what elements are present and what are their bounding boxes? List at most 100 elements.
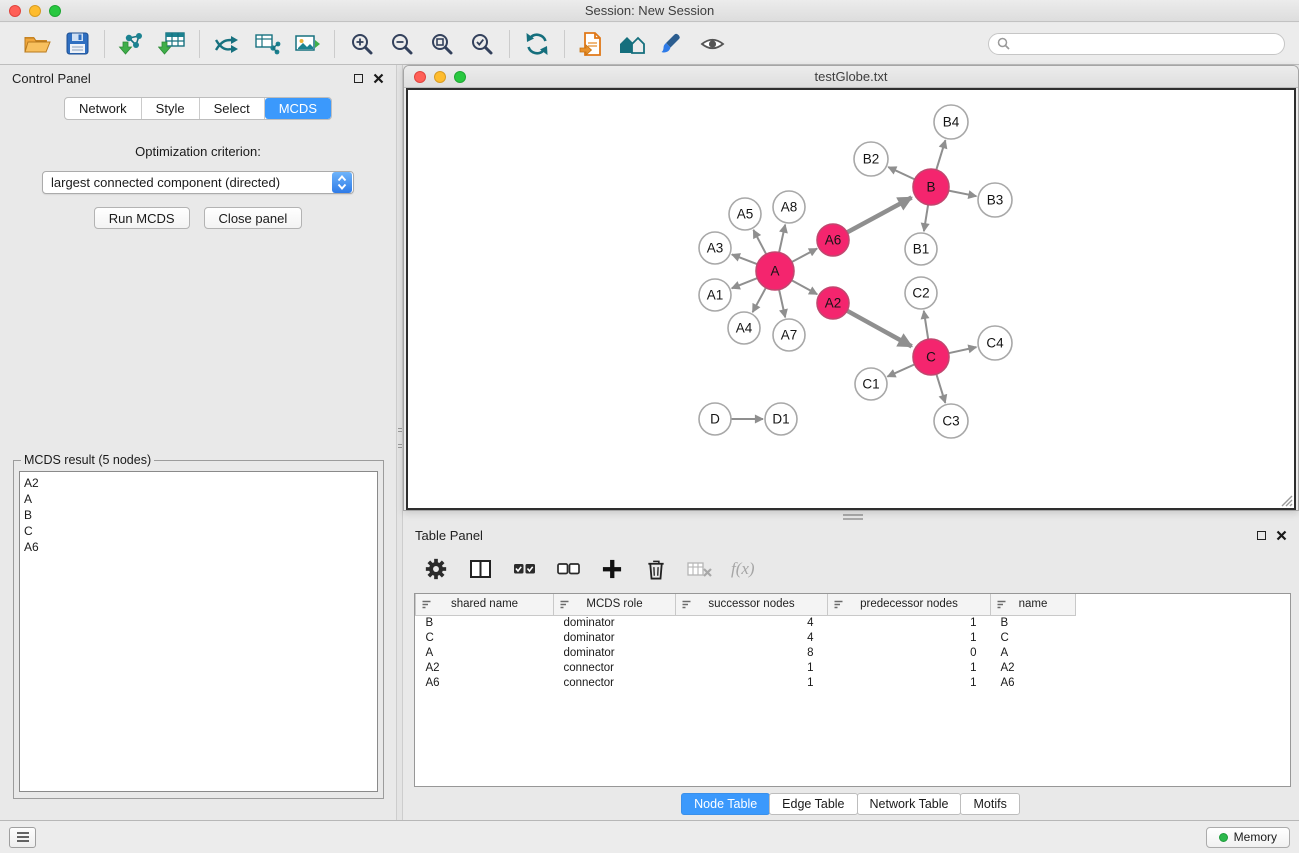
home-button[interactable] [617, 29, 647, 59]
delete-column-button[interactable] [643, 556, 669, 582]
graph-edge-C-C3[interactable] [936, 374, 945, 403]
close-table-panel-icon[interactable] [1276, 530, 1287, 541]
graph-edge-A-A4[interactable] [753, 288, 766, 313]
graph-edge-A-A6[interactable] [792, 249, 817, 263]
column-header-shared-name[interactable]: shared name [416, 594, 554, 615]
zoom-selected-button[interactable] [467, 29, 497, 59]
apply-layout-button[interactable] [522, 29, 552, 59]
close-network-window-icon[interactable] [414, 71, 426, 83]
column-header-mcds-role[interactable]: MCDS role [554, 594, 676, 615]
search-field[interactable] [988, 33, 1285, 55]
criterion-select[interactable]: largest connected component (directed) [42, 171, 354, 194]
run-mcds-button[interactable]: Run MCDS [94, 207, 190, 229]
zoom-window-icon[interactable] [49, 5, 61, 17]
graph-edge-C-C4[interactable] [949, 347, 977, 353]
tab-select[interactable]: Select [200, 98, 265, 119]
float-table-panel-icon[interactable] [1257, 531, 1266, 540]
graph-edge-A2-C[interactable] [847, 311, 912, 347]
show-graphics-button[interactable] [697, 29, 727, 59]
task-history-button[interactable] [9, 827, 36, 848]
checked-boxes-icon [513, 558, 536, 580]
graph-edge-C-C1[interactable] [887, 364, 914, 376]
create-column-button[interactable] [599, 556, 625, 582]
table-row[interactable]: Cdominator41C [416, 630, 1076, 645]
new-network-button[interactable] [212, 29, 242, 59]
memory-button[interactable]: Memory [1206, 827, 1290, 848]
save-session-button[interactable] [62, 29, 92, 59]
tab-mcds[interactable]: MCDS [265, 98, 331, 119]
graph-edge-A-A7[interactable] [779, 290, 785, 318]
close-panel-icon[interactable] [373, 73, 384, 84]
tab-network[interactable]: Network [65, 98, 142, 119]
graph-edge-A-A2[interactable] [792, 280, 818, 294]
import-network-table-button[interactable] [252, 29, 282, 59]
tab-network-table[interactable]: Network Table [857, 793, 962, 815]
graph-edge-C-C2[interactable] [924, 311, 928, 339]
table-row[interactable]: A2connector11A2 [416, 660, 1076, 675]
graph-node-label-C1: C1 [862, 377, 879, 392]
column-header-name[interactable]: name [991, 594, 1076, 615]
graph-edge-A-A5[interactable] [753, 230, 766, 254]
open-session-button[interactable] [22, 29, 52, 59]
mcds-result-item[interactable]: A [24, 491, 373, 507]
mcds-result-item[interactable]: A2 [24, 475, 373, 491]
table-settings-button[interactable] [423, 556, 449, 582]
resize-grip-icon[interactable] [1280, 494, 1293, 507]
minimize-window-icon[interactable] [29, 5, 41, 17]
column-header-predecessor-nodes[interactable]: predecessor nodes [828, 594, 991, 615]
close-panel-button[interactable]: Close panel [204, 207, 303, 229]
horizontal-splitter[interactable] [403, 512, 1299, 522]
network-canvas[interactable]: B4B2BB3A5A8A6B1A3AA1C2A2A4A7C4CC1C3DD1 [406, 88, 1296, 510]
table-panel-title: Table Panel [415, 528, 483, 543]
export-document-button[interactable] [577, 29, 607, 59]
column-header-successor-nodes[interactable]: successor nodes [676, 594, 828, 615]
graph-node-label-B4: B4 [943, 115, 960, 130]
zoom-out-button[interactable] [387, 29, 417, 59]
tab-edge-table[interactable]: Edge Table [769, 793, 857, 815]
memory-label: Memory [1234, 830, 1277, 844]
network-canvas-svg[interactable]: B4B2BB3A5A8A6B1A3AA1C2A2A4A7C4CC1C3DD1 [408, 90, 1296, 510]
tab-motifs[interactable]: Motifs [960, 793, 1019, 815]
graph-edge-A-A3[interactable] [732, 254, 758, 264]
graph-edge-B-B3[interactable] [949, 191, 977, 197]
minimize-network-window-icon[interactable] [434, 71, 446, 83]
graph-edge-B-B1[interactable] [924, 205, 928, 231]
mcds-result-item[interactable]: B [24, 507, 373, 523]
main-toolbar [0, 23, 1299, 65]
select-all-columns-button[interactable] [511, 556, 537, 582]
table-row[interactable]: Adominator80A [416, 645, 1076, 660]
export-image-button[interactable] [292, 29, 322, 59]
graph-edge-B-B4[interactable] [936, 140, 945, 170]
mcds-result-item[interactable]: A6 [24, 539, 373, 555]
graph-edge-A-A8[interactable] [779, 225, 785, 253]
float-panel-icon[interactable] [354, 74, 363, 83]
table-row[interactable]: A6connector11A6 [416, 675, 1076, 690]
close-window-icon[interactable] [9, 5, 21, 17]
import-network-button[interactable] [117, 29, 147, 59]
zoom-network-window-icon[interactable] [454, 71, 466, 83]
unselect-all-columns-button[interactable] [555, 556, 581, 582]
table-panel-tabs: Node TableEdge TableNetwork TableMotifs [403, 793, 1299, 815]
graph-edge-A6-B[interactable] [847, 198, 912, 233]
node-table-body: Bdominator41BCdominator41CAdominator80AA… [416, 615, 1076, 690]
eye-icon [700, 34, 725, 54]
search-input[interactable] [1015, 37, 1276, 51]
mcds-result-item[interactable]: C [24, 523, 373, 539]
graph-edge-B-B2[interactable] [888, 167, 915, 179]
zoom-fit-button[interactable] [427, 29, 457, 59]
import-table-button[interactable] [157, 29, 187, 59]
tab-node-table[interactable]: Node Table [681, 793, 770, 815]
tab-style[interactable]: Style [142, 98, 200, 119]
graph-edge-A-A1[interactable] [732, 278, 758, 288]
table-row[interactable]: Bdominator41B [416, 615, 1076, 630]
show-columns-button[interactable] [467, 556, 493, 582]
network-window-titlebar[interactable]: testGlobe.txt [404, 66, 1298, 88]
vertical-splitter[interactable] [396, 65, 403, 821]
delete-table-button[interactable] [687, 556, 713, 582]
style-button[interactable] [657, 29, 687, 59]
zoom-in-button[interactable] [347, 29, 377, 59]
mcds-result-legend: MCDS result (5 nodes) [21, 453, 154, 467]
mcds-result-list[interactable]: A2ABCA6 [19, 471, 378, 792]
sort-icon [833, 599, 844, 610]
function-builder-button[interactable]: f(x) [731, 556, 755, 582]
